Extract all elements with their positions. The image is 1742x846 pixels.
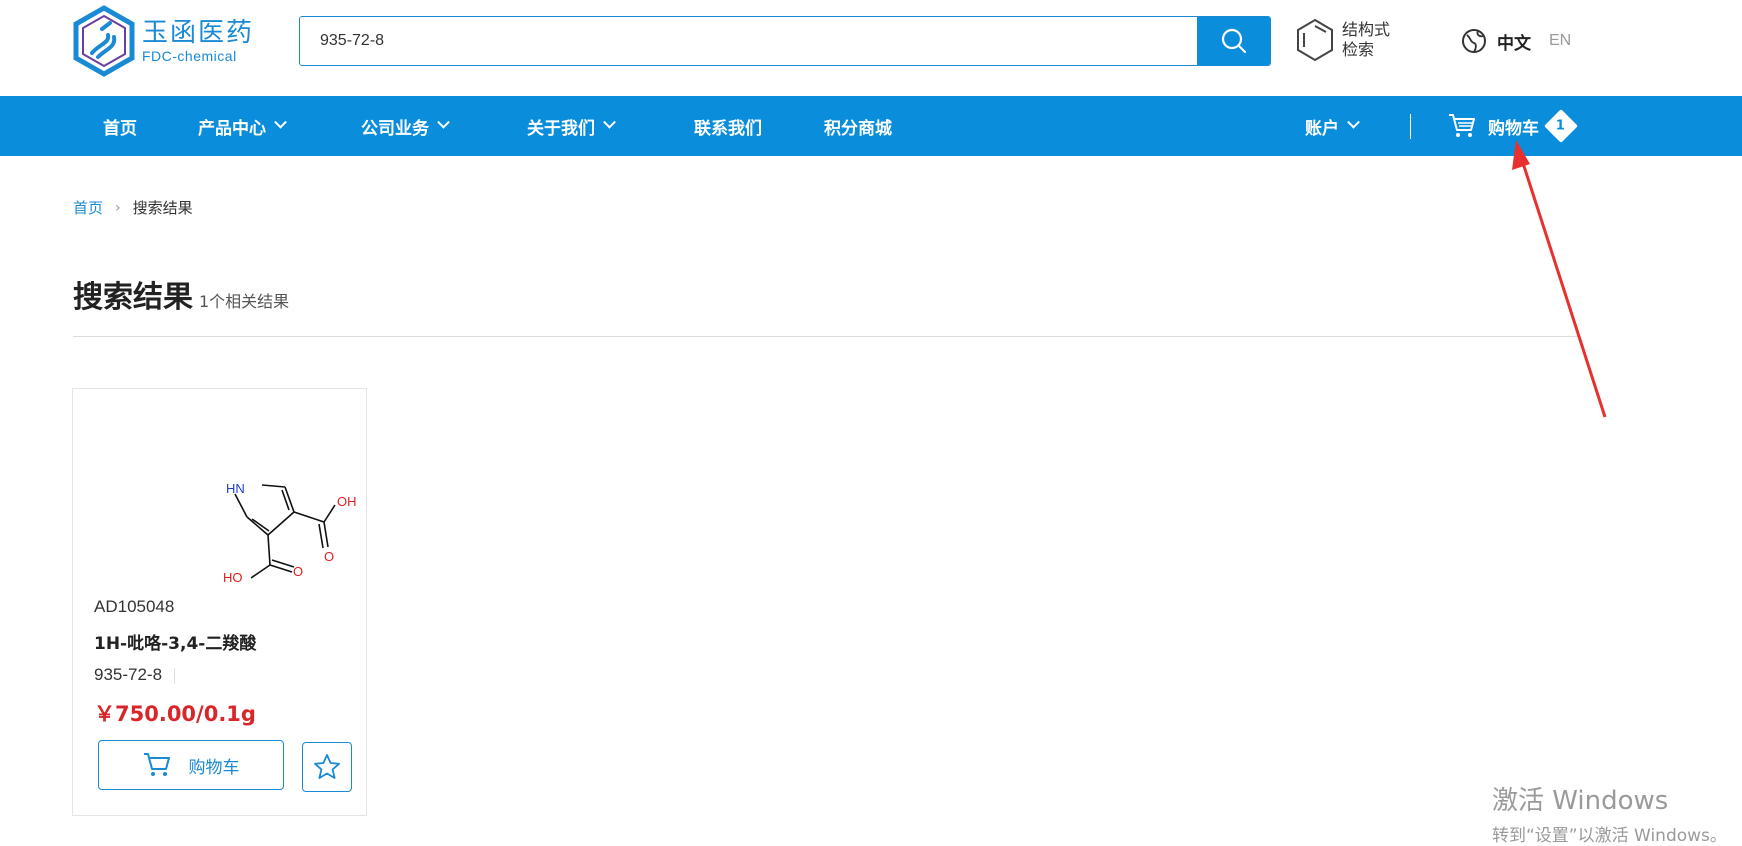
result-count: 1个相关结果 (199, 292, 290, 311)
nav-home[interactable]: 首页 (103, 96, 137, 156)
chevron-down-icon (1347, 115, 1360, 129)
nav-business[interactable]: 公司业务 (361, 96, 450, 156)
product-code: AD105048 (94, 597, 175, 616)
results-title-row: 搜索结果 1个相关结果 (73, 272, 289, 316)
structure-search-label-line2: 检索 (1342, 40, 1375, 59)
watermark-line2: 转到“设置”以激活 Windows。 (1492, 826, 1727, 846)
site-logo[interactable]: 玉函医药 FDC-chemical (72, 5, 262, 77)
cas-separator (174, 668, 175, 684)
globe-icon (1462, 29, 1486, 53)
cart-icon (143, 753, 170, 776)
breadcrumb: 首页 › 搜索结果 (73, 197, 193, 218)
logo-english-name: FDC-chemical (142, 48, 237, 64)
structure-search-label-line1: 结构式 (1342, 20, 1391, 39)
nav-cart[interactable]: 购物车 1 (1448, 96, 1578, 156)
product-price: ￥750.00/0.1g (94, 702, 256, 726)
search-input[interactable] (300, 17, 1197, 65)
logo-mark-icon (73, 5, 135, 77)
structure-label-o-bottom: O (293, 564, 303, 579)
add-to-cart-button[interactable]: 购物车 (98, 740, 284, 790)
search-button[interactable] (1197, 17, 1270, 65)
structure-label-hn: HN (226, 481, 245, 496)
benzene-ring-icon (1297, 18, 1333, 62)
search-icon (1221, 28, 1246, 54)
product-name[interactable]: 1H-吡咯-3,4-二羧酸 (94, 629, 256, 654)
product-card[interactable]: HN OH O HO O AD105048 1H-吡咯-3,4-二羧酸 935-… (72, 388, 367, 816)
cart-count-badge: 1 (1544, 109, 1578, 143)
breadcrumb-current: 搜索结果 (132, 199, 193, 217)
structure-label-o-top: O (324, 549, 334, 564)
windows-activation-watermark: 激活 Windows 转到“设置”以激活 Windows。 (1492, 780, 1727, 846)
structure-label-oh: OH (337, 494, 357, 509)
product-cas: 935-72-8 (94, 665, 163, 684)
title-divider (73, 336, 1578, 337)
chevron-down-icon (274, 115, 287, 129)
nav-account[interactable]: 账户 (1305, 96, 1360, 156)
breadcrumb-home[interactable]: 首页 (73, 197, 103, 218)
lang-english[interactable]: EN (1549, 32, 1571, 50)
watermark-line1: 激活 Windows (1492, 786, 1669, 816)
structure-search-link[interactable]: 结构式 检索 (1296, 18, 1390, 62)
nav-products[interactable]: 产品中心 (198, 96, 287, 156)
nav-divider (1410, 114, 1411, 139)
chemical-structure-image[interactable]: HN OH O HO O (143, 439, 373, 599)
nav-cart-label: 购物车 (1488, 118, 1539, 139)
add-to-cart-label: 购物车 (188, 757, 240, 778)
breadcrumb-separator-icon: › (115, 199, 121, 216)
top-header: 玉函医药 FDC-chemical 结构式 检索 中文 EN (0, 0, 1742, 96)
lang-chinese[interactable]: 中文 (1497, 29, 1531, 54)
structure-label-ho: HO (223, 570, 243, 585)
main-navbar: 首页 产品中心 公司业务 关于我们 联系我们 积分商城 账户 购物车 1 (0, 96, 1742, 156)
page-title: 搜索结果 (73, 280, 193, 315)
nav-contact[interactable]: 联系我们 (694, 96, 762, 156)
chevron-down-icon (603, 115, 616, 129)
star-icon (314, 754, 340, 779)
search-bar (299, 16, 1271, 66)
nav-points-mall[interactable]: 积分商城 (824, 96, 892, 156)
favorite-button[interactable] (302, 742, 352, 792)
language-switcher: 中文 EN (1461, 28, 1571, 54)
chevron-down-icon (437, 115, 450, 129)
nav-about[interactable]: 关于我们 (527, 96, 616, 156)
cart-icon (1449, 114, 1475, 137)
logo-chinese-name: 玉函医药 (142, 18, 255, 48)
